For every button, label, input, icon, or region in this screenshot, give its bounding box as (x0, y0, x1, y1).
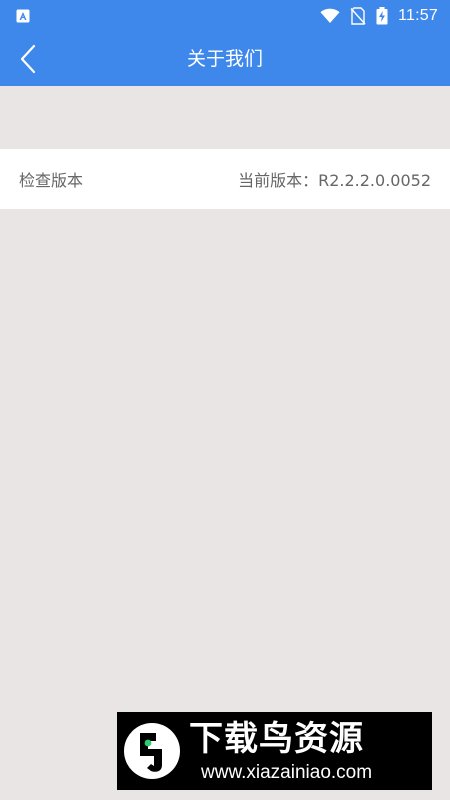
check-version-label: 检查版本 (19, 171, 84, 190)
bird-logo-icon (124, 723, 180, 779)
no-sim-icon (350, 7, 366, 25)
status-bar: 11:57 (0, 0, 450, 32)
watermark-url: www.xiazainiao.com (201, 762, 373, 783)
accessibility-a-icon (16, 9, 30, 23)
check-version-row[interactable]: 检查版本 当前版本：R2.2.2.0.0052 (0, 149, 450, 209)
watermark-title: 下载鸟资源 (189, 719, 364, 759)
page-title: 关于我们 (186, 48, 263, 70)
status-time: 11:57 (398, 7, 438, 24)
current-version-value: 当前版本：R2.2.2.0.0052 (238, 171, 431, 190)
battery-charging-icon (376, 7, 388, 25)
app-bar: 关于我们 (0, 32, 450, 86)
watermark-banner: 下载鸟资源 www.xiazainiao.com (117, 712, 432, 790)
status-icons: 11:57 (320, 0, 438, 32)
wifi-icon (320, 8, 340, 23)
